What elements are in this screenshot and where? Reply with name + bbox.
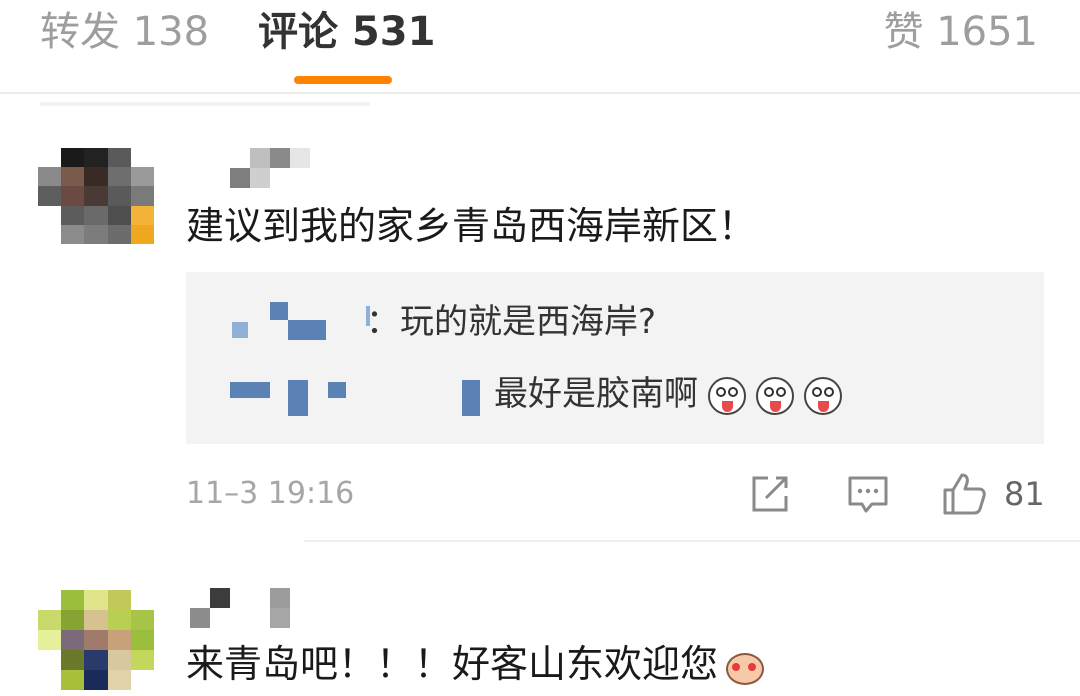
laughing-tongue-emoji (708, 376, 746, 415)
reply-line: 最好是胶南啊 (494, 372, 842, 416)
comment-text: 建议到我的家乡青岛西海岸新区！ (186, 204, 757, 248)
comment-divider (304, 540, 1080, 542)
comment-icon[interactable] (844, 470, 892, 518)
avatar[interactable] (38, 590, 154, 690)
active-tab-indicator (294, 76, 392, 84)
reply-text: 最好是胶南啊 (494, 374, 698, 414)
laughing-tongue-emoji (756, 376, 794, 415)
redacted-username (288, 320, 326, 340)
redacted-username (270, 302, 288, 320)
tab-divider (0, 92, 1080, 94)
username[interactable] (230, 148, 310, 188)
tab-comments[interactable]: 评论 531 (258, 6, 435, 58)
redacted-username (230, 382, 270, 398)
repost-icon[interactable] (746, 470, 794, 518)
weibo-comments-page: 转发 138 评论 531 赞 1651 建议到我的家乡青岛西海岸新区！ ：玩的… (0, 0, 1080, 696)
comment-timestamp: 11–3 19:16 (186, 476, 355, 511)
tab-repost[interactable]: 转发 138 (40, 6, 209, 58)
reply-box[interactable] (186, 272, 1044, 444)
thumbs-up-icon[interactable] (940, 470, 988, 518)
tab-likes[interactable]: 赞 1651 (883, 6, 1038, 58)
redacted-username (328, 382, 346, 398)
username[interactable] (190, 588, 290, 628)
like-count: 81 (1004, 475, 1045, 513)
pig-heart-emoji (724, 647, 768, 687)
tab-bar: 转发 138 评论 531 赞 1651 (0, 0, 1080, 90)
redacted-username (232, 322, 248, 338)
redacted-username (288, 380, 308, 416)
redacted-username (462, 380, 480, 416)
comment-text: 来青岛吧！！！好客山东欢迎您 (186, 642, 719, 686)
avatar[interactable] (38, 148, 154, 244)
divider (40, 102, 370, 106)
comment-line: 来青岛吧！！！好客山东欢迎您 (186, 640, 768, 688)
laughing-tongue-emoji (804, 376, 842, 415)
reply-text: ：玩的就是西海岸? (366, 302, 657, 342)
